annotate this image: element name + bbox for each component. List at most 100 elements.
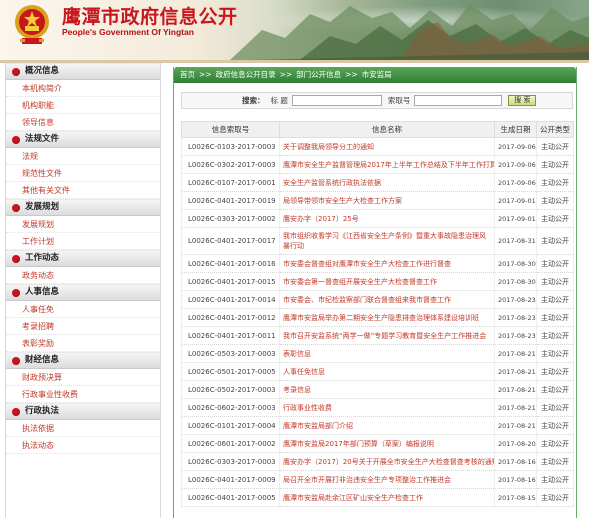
sidebar-item[interactable]: 人事任免 xyxy=(6,301,160,318)
table-row: L0026C-0401-2017-0009 局召开全市开展打非治违安全生产专项整治… xyxy=(181,470,574,489)
breadcrumb: 首页 >> 政府信息公开目录 >> 部门公开信息 >> 市安监局 xyxy=(174,67,576,83)
table-row: L0026C-0101-2017-0004 鹰潭市安监局部门介绍 2017-08-2… xyxy=(181,416,574,435)
index-number-cell: L0026C-0602-2017-0003 xyxy=(181,398,280,417)
sidebar-item[interactable]: 财政预决算 xyxy=(6,369,160,386)
header-banner: 鹰潭市政府信息公开 People's Government Of Yingtan xyxy=(0,0,589,60)
document-title-link[interactable]: 安全生产监管系统行政执法依据 xyxy=(279,173,495,192)
sidebar-item[interactable]: 机构职能 xyxy=(6,97,160,114)
disclosure-type-cell: 主动公开 xyxy=(536,380,574,399)
index-number-cell: L0026C-0503-2017-0003 xyxy=(181,344,280,363)
table-header-row: 信息索取号 信息名称 生成日期 公开类型 xyxy=(181,121,574,138)
breadcrumb-home[interactable]: 首页 xyxy=(180,70,195,79)
sidebar-item[interactable]: 其他有关文件 xyxy=(6,182,160,199)
document-table: 信息索取号 信息名称 生成日期 公开类型 L0026C-0103-2017-00… xyxy=(181,121,574,507)
section-bullet-icon xyxy=(12,288,20,297)
disclosure-type-cell: 主动公开 xyxy=(536,344,574,363)
document-title-link[interactable]: 市安委会、市纪检监察部门联合督查组来我市督查工作 xyxy=(279,290,495,309)
sidebar-item[interactable]: 表彰奖励 xyxy=(6,335,160,352)
index-number-cell: L0026C-0401-2017-0005 xyxy=(181,488,280,507)
table-row: L0026C-0302-2017-0003 鹰潭市安全生产监督管理局2017年上半… xyxy=(181,155,574,174)
sidebar-section-header: 发展规划 xyxy=(6,199,160,216)
date-cell: 2017-08-16 xyxy=(494,452,537,471)
search-button[interactable]: 搜 索 xyxy=(508,95,537,106)
sidebar-section-header: 人事信息 xyxy=(6,284,160,301)
sidebar-item[interactable]: 考录招聘 xyxy=(6,318,160,335)
sidebar-item[interactable]: 执法动态 xyxy=(6,437,160,454)
document-title-link[interactable]: 人事任免信息 xyxy=(279,362,495,381)
sidebar-section-title: 行政执法 xyxy=(25,406,60,416)
date-cell: 2017-09-01 xyxy=(494,191,537,210)
breadcrumb-current[interactable]: 市安监局 xyxy=(362,70,392,79)
index-number-cell: L0026C-0303-2017-0002 xyxy=(181,209,280,228)
document-title-link[interactable]: 鹰潭市安监局赴余江区矿山安全生产检查工作 xyxy=(279,488,495,507)
national-emblem-icon xyxy=(15,5,49,44)
title-search-input[interactable] xyxy=(291,95,382,106)
document-title-link[interactable]: 市安委会督查组对鹰潭市安全生产大检查工作进行督查 xyxy=(279,254,495,273)
sidebar-item[interactable]: 发展规划 xyxy=(6,216,160,233)
document-title-link[interactable]: 鹰安办字（2017）20号关于开展全市安全生产大检查督查考核的通知 xyxy=(279,452,495,471)
date-cell: 2017-08-15 xyxy=(494,488,537,507)
document-title-link[interactable]: 鹰潭市安监局部门介绍 xyxy=(279,416,495,435)
date-cell: 2017-08-21 xyxy=(494,362,537,381)
index-number-cell: L0026C-0601-2017-0002 xyxy=(181,434,280,453)
sidebar-item[interactable]: 领导信息 xyxy=(6,114,160,131)
breadcrumb-department[interactable]: 部门公开信息 xyxy=(296,70,341,79)
disclosure-type-cell: 主动公开 xyxy=(536,398,574,417)
sidebar-section-header: 行政执法 xyxy=(6,403,160,420)
disclosure-type-cell: 主动公开 xyxy=(536,326,574,345)
disclosure-type-cell: 主动公开 xyxy=(536,434,574,453)
disclosure-type-cell: 主动公开 xyxy=(536,137,574,156)
sidebar-section-title: 法规文件 xyxy=(25,134,60,144)
index-number-cell: L0026C-0302-2017-0003 xyxy=(181,155,280,174)
index-number-cell: L0026C-0401-2017-0012 xyxy=(181,308,280,327)
index-number-cell: L0026C-0501-2017-0005 xyxy=(181,362,280,381)
document-title-link[interactable]: 鹰潭市安监局举办第二期安全生产隐患排查治理体系建设培训班 xyxy=(279,308,495,327)
document-title-link[interactable]: 我市组织收看学习《江西省安全生产条例》暨重大事故隐患治理风暴行动 xyxy=(279,227,495,255)
date-cell: 2017-08-23 xyxy=(494,326,537,345)
sidebar-section-title: 概况信息 xyxy=(25,66,60,76)
sidebar-item[interactable]: 法规 xyxy=(6,148,160,165)
index-number-cell: L0026C-0401-2017-0015 xyxy=(181,272,280,291)
document-title-link[interactable]: 局领导带领市安全生产大检查工作方案 xyxy=(279,191,495,210)
sidebar-item[interactable]: 规范性文件 xyxy=(6,165,160,182)
search-bar: 搜索： 标 题 索取号 搜 索 xyxy=(181,92,573,109)
sidebar-item[interactable]: 本机构简介 xyxy=(6,80,160,97)
document-title-link[interactable]: 我市召开安监系统“两学一做”专题学习教育暨安全生产工作推进会 xyxy=(279,326,495,345)
sidebar-item[interactable]: 行政事业性收费 xyxy=(6,386,160,403)
sidebar-section-header: 法规文件 xyxy=(6,131,160,148)
table-row: L0026C-0401-2017-0014 市安委会、市纪检监察部门联合督查组来我… xyxy=(181,290,574,309)
index-number-cell: L0026C-0103-2017-0003 xyxy=(181,137,280,156)
table-row: L0026C-0401-2017-0019 局领导带领市安全生产大检查工作方案 20… xyxy=(181,191,574,210)
date-cell: 2017-09-06 xyxy=(494,137,537,156)
sidebar-item[interactable]: 工作计划 xyxy=(6,233,160,250)
date-cell: 2017-08-23 xyxy=(494,308,537,327)
index-number-cell: L0026C-0303-2017-0003 xyxy=(181,452,280,471)
document-title-link[interactable]: 鹰潭市安全生产监督管理局2017年上半年工作总结及下半年工作打算 xyxy=(279,155,495,174)
sidebar-section-title: 工作动态 xyxy=(25,253,60,263)
table-row: L0026C-0401-2017-0005 鹰潭市安监局赴余江区矿山安全生产检查工… xyxy=(181,488,574,507)
document-title-link[interactable]: 表彰信息 xyxy=(279,344,495,363)
main-panel: 首页 >> 政府信息公开目录 >> 部门公开信息 >> 市安监局 搜索： 标 题 索取号 搜… xyxy=(173,67,577,518)
date-cell: 2017-08-16 xyxy=(494,470,537,489)
sidebar-item[interactable]: 政务动态 xyxy=(6,267,160,284)
document-title-link[interactable]: 鹰安办字（2017）25号 xyxy=(279,209,495,228)
document-title-link[interactable]: 局召开全市开展打非治违安全生产专项整治工作推进会 xyxy=(279,470,495,489)
disclosure-type-cell: 主动公开 xyxy=(536,173,574,192)
column-header-date: 生成日期 xyxy=(494,121,537,138)
date-cell: 2017-08-30 xyxy=(494,254,537,273)
index-number-cell: L0026C-0401-2017-0017 xyxy=(181,227,280,255)
site-title: 鹰潭市政府信息公开 xyxy=(62,6,238,28)
document-title-link[interactable]: 考录信息 xyxy=(279,380,495,399)
breadcrumb-catalog[interactable]: 政府信息公开目录 xyxy=(216,70,276,79)
document-title-link[interactable]: 关于调整我局领导分工的通知 xyxy=(279,137,495,156)
date-cell: 2017-08-21 xyxy=(494,380,537,399)
date-cell: 2017-08-23 xyxy=(494,290,537,309)
document-title-link[interactable]: 市安委会第一督查组开展安全生产大检查督查工作 xyxy=(279,272,495,291)
sidebar-section-header: 概况信息 xyxy=(6,63,160,80)
sidebar-item[interactable]: 执法依据 xyxy=(6,420,160,437)
date-cell: 2017-08-21 xyxy=(494,398,537,417)
index-search-input[interactable] xyxy=(414,95,503,106)
document-title-link[interactable]: 行政事业性收费 xyxy=(279,398,495,417)
table-row: L0026C-0401-2017-0011 我市召开安监系统“两学一做”专题学习教… xyxy=(181,326,574,345)
document-title-link[interactable]: 鹰潭市安监局2017年部门预算（草案）编报说明 xyxy=(279,434,495,453)
